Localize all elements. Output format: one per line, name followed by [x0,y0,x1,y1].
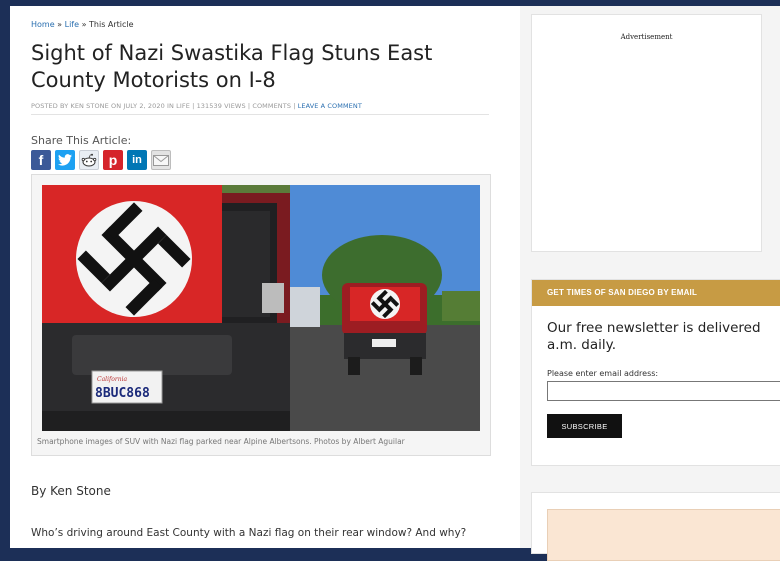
pinterest-icon[interactable]: p [103,150,123,170]
license-plate: 8BUC868 [95,386,150,401]
article-byline: By Ken Stone [31,484,111,498]
meta-author: Ken Stone [70,102,109,110]
breadcrumb-current: This Article [89,20,134,29]
article-photo: California 8BUC868 [42,185,480,431]
facebook-icon[interactable]: f [31,150,51,170]
newsletter-description: Our free newsletter is delivered a.m. da… [547,320,780,354]
meta-views: | 131539 Views | [189,102,253,110]
figure-caption: Smartphone images of SUV with Nazi flag … [37,437,405,446]
leave-comment-link[interactable]: Leave a Comment [298,102,362,110]
sidebar-widget-content [547,509,780,561]
linkedin-icon[interactable]: in [127,150,147,170]
meta-date: on July 2, 2020 in [108,102,177,110]
breadcrumb-section-link[interactable]: Life [65,20,79,29]
article-first-paragraph: Who’s driving around East County with a … [31,527,467,539]
meta-category: Life [176,102,190,110]
advertisement-label: Advertisement [620,33,673,41]
subscribe-button[interactable]: Subscribe [547,414,622,438]
breadcrumb-separator: » [54,20,65,29]
article-figure: California 8BUC868 Smartphone images of … [31,174,491,456]
newsletter-heading: Get Times of San Diego by Email [532,280,780,306]
plate-state: California [97,376,127,383]
advertisement-box[interactable]: Advertisement [531,14,762,252]
breadcrumb: Home » Life » This Article [31,20,134,29]
sidebar-widget [531,492,780,561]
email-input[interactable] [547,381,780,401]
article-title: Sight of Nazi Swastika Flag Stuns East C… [31,41,433,92]
breadcrumb-home-link[interactable]: Home [31,20,55,29]
reddit-icon[interactable] [79,150,99,170]
newsletter-description-line2: a.m. daily. [547,337,616,353]
newsletter-description-line1: Our free newsletter is delivered [547,320,761,336]
meta-divider [31,114,489,115]
breadcrumb-separator: » [79,20,90,29]
email-label: Please enter email address: [547,369,659,378]
twitter-icon[interactable] [55,150,75,170]
article-meta: Posted by Ken Stone on July 2, 2020 in L… [31,102,491,110]
share-label: Share This Article: [31,134,132,147]
meta-pipe: | [291,102,298,110]
share-icons: f p in [31,150,171,170]
email-icon[interactable] [151,150,171,170]
meta-comments-link[interactable]: Comments [252,102,291,110]
meta-posted-by: Posted by [31,102,71,110]
newsletter-widget: Get Times of San Diego by Email Our free… [531,279,780,466]
